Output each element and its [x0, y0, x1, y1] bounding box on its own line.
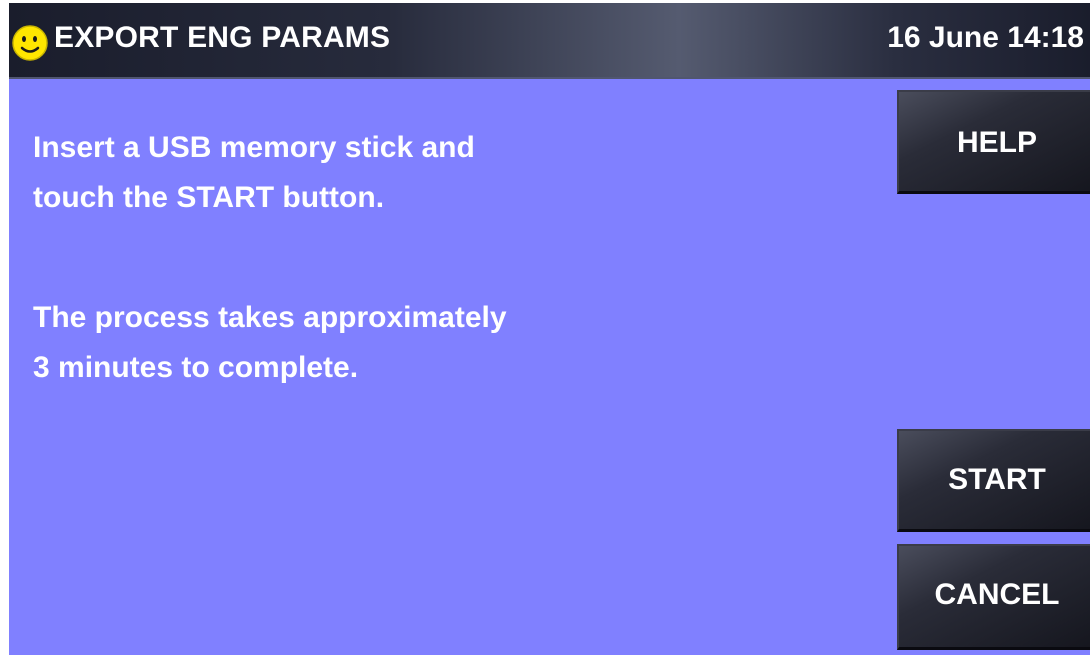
cancel-button[interactable]: CANCEL: [897, 544, 1090, 650]
title-bar: EXPORT ENG PARAMS 16 June 14:18: [9, 3, 1090, 79]
duration-line-2: 3 minutes to complete.: [33, 351, 359, 384]
export-eng-params-screen: EXPORT ENG PARAMS 16 June 14:18 Insert a…: [9, 3, 1090, 655]
start-button[interactable]: START: [897, 429, 1090, 532]
instruction-message: Insert a USB memory stick and touch the …: [33, 123, 475, 223]
duration-message: The process takes approximately 3 minute…: [33, 293, 507, 393]
duration-line-1: The process takes approximately: [33, 301, 507, 334]
date-time-display: 16 June 14:18: [887, 21, 1084, 54]
help-button[interactable]: HELP: [897, 90, 1090, 194]
instruction-line-2: touch the START button.: [33, 181, 385, 214]
page-title: EXPORT ENG PARAMS: [54, 21, 391, 54]
smiley-face-icon: [12, 25, 48, 61]
instruction-line-1: Insert a USB memory stick and: [33, 131, 475, 164]
